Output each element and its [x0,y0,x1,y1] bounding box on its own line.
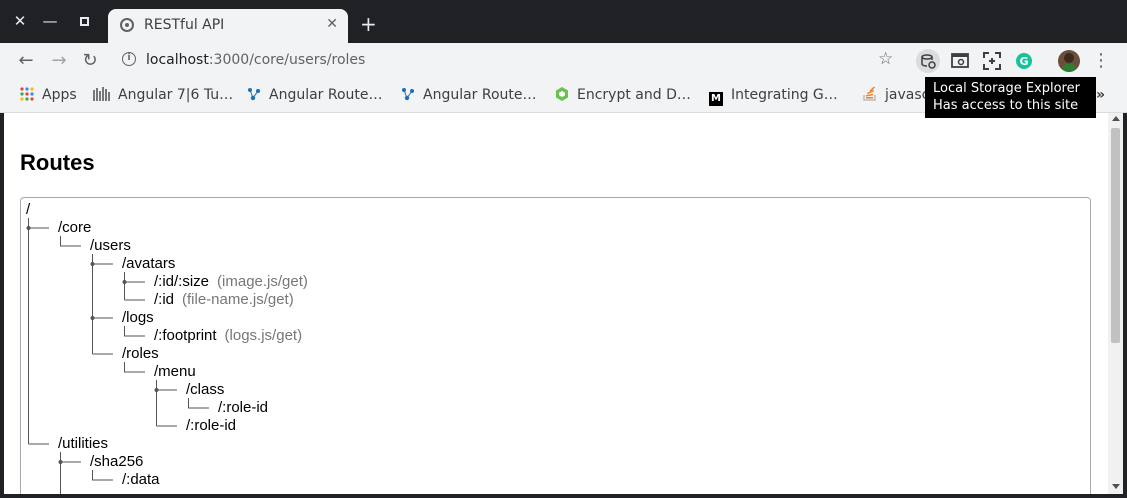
tooltip-line-1: Local Storage Explorer [933,81,1080,96]
tab-strip: ✕ — RESTful API ✕ + [0,0,1127,43]
scroll-up-arrow-icon[interactable] [1112,116,1120,121]
medium-icon: M [709,92,723,106]
bookmarks-overflow-button[interactable]: » [1096,85,1105,105]
bookmark-javascript[interactable]: javasc [863,85,929,105]
route-path: /:id [154,291,175,308]
route-node[interactable]: /:id (file-name.js/get) [154,291,294,309]
route-node[interactable]: /avatars [122,255,175,273]
bookmark-label: Angular 7|6 Tu… [118,87,234,103]
bookmark-apps[interactable]: Apps [20,85,77,105]
route-node[interactable]: /:role-id [218,399,268,417]
route-path: /core [58,219,92,236]
extension-tooltip: Local Storage Explorer Has access to thi… [925,77,1096,118]
back-icon[interactable]: ← [15,50,37,72]
route-path: /class [186,381,225,398]
route-node[interactable]: /:footprint (logs.js/get) [154,327,302,345]
bookmark-label: Apps [42,87,77,103]
route-handler: (logs.js/get) [224,327,303,344]
window-close-icon[interactable]: ✕ [9,10,31,32]
page-viewport: Routes / /core /users /avatars /:id/:siz… [4,113,1123,494]
bookmark-angular-route-1[interactable]: Angular Route… [247,85,383,105]
browser-tab[interactable]: RESTful API ✕ [108,9,348,43]
route-node[interactable]: /users [90,237,131,255]
route-path: /roles [122,345,159,362]
new-tab-icon[interactable]: + [360,14,377,34]
bookmark-angular-tutorial[interactable]: Angular 7|6 Tu… [93,85,233,105]
apps-grid-icon [20,87,34,101]
site-info-icon[interactable]: i [122,52,136,66]
bookmark-label: Angular Route… [423,87,537,103]
route-path: /users [90,237,131,254]
routes-tree: / /core /users /avatars /:id/:size (image… [20,197,1091,494]
route-icon [247,87,261,101]
url-path: :3000/core/users/roles [208,52,366,68]
route-path: /sha256 [90,453,144,470]
svg-text:G: G [1019,55,1028,68]
bookmark-integrating[interactable]: M Integrating G… [709,85,838,106]
route-path: /menu [154,363,196,380]
url-host: localhost [146,52,209,68]
tab-favicon-icon [120,18,134,32]
address-bar[interactable]: localhost:3000/core/users/roles [146,52,365,68]
bookmark-label: Angular Route… [269,87,383,103]
local-storage-explorer-icon[interactable] [916,49,940,73]
route-path: /:role-id [186,417,237,434]
screenshot-icon[interactable] [982,51,1002,71]
route-node[interactable]: /logs [122,309,154,327]
route-handler: (image.js/get) [217,273,308,290]
forward-icon[interactable]: → [48,50,70,72]
route-handler: (file-name.js/get) [182,291,294,308]
route-icon [401,87,415,101]
tooltip-line-2: Has access to this site [933,98,1079,113]
window-maximize-icon[interactable] [73,10,95,32]
profile-avatar[interactable] [1058,50,1080,72]
cast-icon[interactable] [950,51,970,71]
bookmark-angular-route-2[interactable]: Angular Route… [401,85,537,105]
tree-connector-lines [26,218,209,494]
node-hex-icon [555,87,569,101]
route-path: / [26,201,31,218]
route-path: /:data [122,471,160,488]
stackoverflow-icon [863,85,877,101]
route-path: /:footprint [154,327,217,344]
route-path: /utilities [58,435,109,452]
bookmark-label: Encrypt and D… [577,87,691,103]
route-node[interactable]: /roles [122,345,159,363]
route-path: /:role-id [218,399,269,416]
route-node[interactable]: /:data [122,471,160,489]
route-node[interactable]: / [26,201,30,219]
reload-icon[interactable]: ↻ [79,50,101,72]
scroll-down-arrow-icon[interactable] [1112,484,1120,489]
grammarly-icon[interactable]: G [1014,51,1034,71]
route-node[interactable]: /:role-id [186,417,236,435]
menu-kebab-icon[interactable]: ⋮ [1090,50,1112,72]
tab-close-icon[interactable]: ✕ [326,16,338,32]
page-title: Routes [20,150,95,175]
bars-icon [93,87,110,101]
bookmark-star-icon[interactable]: ☆ [878,49,893,69]
route-path: /logs [122,309,154,326]
vertical-scrollbar[interactable] [1108,113,1123,494]
bookmark-label: Integrating G… [731,87,838,103]
route-node[interactable]: /utilities [58,435,108,453]
tab-title: RESTful API [144,17,225,33]
route-node[interactable]: /menu [154,363,196,381]
route-path: /avatars [122,255,176,272]
window-minimize-icon[interactable]: — [39,10,61,32]
route-node[interactable]: /:id/:size (image.js/get) [154,273,308,291]
bookmark-encrypt[interactable]: Encrypt and D… [555,85,691,105]
browser-toolbar: ← → ↻ i localhost:3000/core/users/roles … [0,43,1127,79]
scroll-thumb[interactable] [1111,128,1120,343]
route-node[interactable]: /class [186,381,224,399]
route-node[interactable]: /sha256 [90,453,143,471]
route-node[interactable]: /core [58,219,91,237]
bookmark-label: javasc [885,87,930,103]
route-path: /:id/:size [154,273,210,290]
